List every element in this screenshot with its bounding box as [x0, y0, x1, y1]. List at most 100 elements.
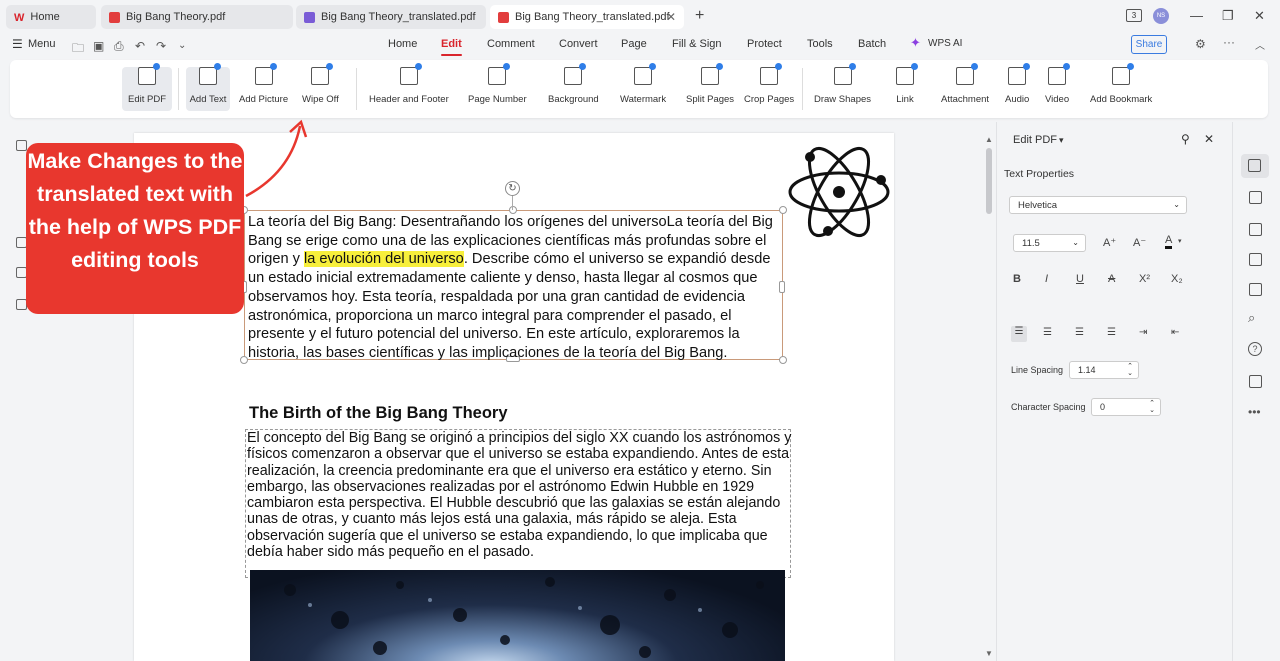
- line-spacing-input[interactable]: 1.14 ⌃ ⌄: [1069, 361, 1139, 379]
- superscript-icon[interactable]: X²: [1139, 273, 1150, 285]
- tab-fill-sign[interactable]: Fill & Sign: [672, 38, 722, 50]
- character-spacing-input[interactable]: 0 ⌃ ⌄: [1091, 398, 1161, 416]
- pin-icon[interactable]: ⚲: [1181, 132, 1190, 146]
- justify-icon[interactable]: ☰: [1107, 327, 1116, 338]
- link-button[interactable]: Link: [896, 63, 918, 105]
- window-count-badge[interactable]: 3: [1126, 9, 1142, 22]
- translated-paragraph[interactable]: La teoría del Big Bang: Desentrañando lo…: [248, 213, 783, 363]
- divider: [802, 68, 803, 110]
- add-bookmark-button[interactable]: Add Bookmark: [1090, 63, 1152, 105]
- background-button[interactable]: Background: [548, 63, 599, 105]
- chevron-down-icon[interactable]: ⌄: [178, 40, 186, 51]
- bold-icon[interactable]: B: [1013, 273, 1021, 285]
- new-tab-icon[interactable]: +: [695, 7, 704, 25]
- maximize-icon[interactable]: ❐: [1222, 8, 1234, 24]
- indent-icon[interactable]: ⇥: [1139, 327, 1147, 338]
- page-number-button[interactable]: Page Number: [468, 63, 527, 105]
- edit-properties-icon[interactable]: [1248, 159, 1261, 172]
- menu-button[interactable]: Menu: [28, 38, 56, 50]
- add-picture-button[interactable]: Add Picture: [239, 63, 288, 105]
- hamburger-icon[interactable]: ☰: [12, 37, 23, 51]
- help-icon[interactable]: ?: [1248, 342, 1262, 356]
- list-icon[interactable]: [1249, 253, 1262, 266]
- scroll-thumb[interactable]: [986, 148, 992, 214]
- close-icon[interactable]: ✕: [666, 10, 676, 24]
- edit-pdf-button[interactable]: Edit PDF: [122, 63, 172, 111]
- stepper-icon[interactable]: ⌃ ⌄: [1127, 363, 1133, 377]
- split-pages-button[interactable]: Split Pages: [686, 63, 734, 105]
- settings-icon[interactable]: ⚙: [1195, 37, 1206, 51]
- align-right-icon[interactable]: ☰: [1075, 327, 1084, 338]
- align-center-icon[interactable]: ☰: [1043, 327, 1052, 338]
- book-icon[interactable]: [1249, 375, 1262, 388]
- scroll-up-icon[interactable]: ▲: [985, 135, 993, 144]
- avatar[interactable]: NS: [1153, 8, 1169, 24]
- open-folder-icon[interactable]: 🗀: [72, 39, 84, 60]
- split-pages-icon: [701, 63, 724, 85]
- collapse-ribbon-icon[interactable]: ︿: [1255, 37, 1265, 52]
- chevron-down-icon[interactable]: ▾: [1059, 135, 1064, 146]
- wipe-off-button[interactable]: Wipe Off: [302, 63, 339, 105]
- chevron-down-icon[interactable]: ▾: [1178, 237, 1182, 245]
- decrease-font-icon[interactable]: A⁻: [1133, 236, 1146, 249]
- increase-font-icon[interactable]: A⁺: [1103, 236, 1116, 249]
- share-button[interactable]: Share: [1131, 35, 1167, 54]
- add-text-button[interactable]: Add Text: [186, 63, 230, 111]
- tab-comment[interactable]: Comment: [487, 38, 535, 50]
- space-image[interactable]: [250, 570, 785, 661]
- close-window-icon[interactable]: ✕: [1254, 8, 1265, 24]
- undo-icon[interactable]: ↶: [135, 39, 145, 53]
- draw-shapes-button[interactable]: Draw Shapes: [814, 63, 871, 105]
- tab-protect[interactable]: Protect: [747, 38, 782, 50]
- attachment-button[interactable]: Attachment: [941, 63, 989, 105]
- stepper-icon[interactable]: ⌃ ⌄: [1149, 400, 1155, 414]
- tab-home[interactable]: W Home: [6, 5, 96, 29]
- strikethrough-icon[interactable]: A: [1108, 273, 1115, 285]
- page-number-icon: [488, 63, 511, 85]
- panel-title[interactable]: Edit PDF: [1013, 134, 1057, 146]
- rotate-handle-icon[interactable]: ↻: [505, 181, 520, 196]
- tab-batch[interactable]: Batch: [858, 38, 886, 50]
- page-icon[interactable]: [1249, 283, 1262, 296]
- tab-home-menu[interactable]: Home: [388, 38, 417, 50]
- more-icon[interactable]: ···: [1223, 35, 1235, 49]
- align-left-icon[interactable]: ☰: [1011, 326, 1027, 342]
- body-paragraph[interactable]: El concepto del Big Bang se originó a pr…: [247, 430, 792, 576]
- signature-icon[interactable]: [1249, 223, 1262, 236]
- tab-big-bang-theory[interactable]: Big Bang Theory.pdf: [101, 5, 293, 29]
- resize-handle[interactable]: [240, 356, 248, 364]
- subscript-icon[interactable]: X₂: [1171, 273, 1183, 285]
- tab-wps-ai[interactable]: WPS AI: [928, 38, 962, 49]
- scroll-down-icon[interactable]: ▼: [985, 649, 993, 658]
- bookmark-panel-icon[interactable]: [16, 140, 27, 151]
- callout-arrow-icon: [245, 119, 308, 198]
- italic-icon[interactable]: I: [1045, 273, 1048, 285]
- tab-page[interactable]: Page: [621, 38, 647, 50]
- print-icon[interactable]: ⎙: [114, 39, 124, 54]
- font-color-icon[interactable]: A: [1165, 234, 1173, 249]
- font-size-select[interactable]: 11.5 ⌄: [1013, 234, 1086, 252]
- watermark-button[interactable]: Watermark: [620, 63, 666, 105]
- audio-button[interactable]: Audio: [1005, 63, 1031, 105]
- tab-big-bang-translated-1[interactable]: Big Bang Theory_translated.pdf: [296, 5, 486, 29]
- header-footer-button[interactable]: Header and Footer: [369, 63, 449, 105]
- close-panel-icon[interactable]: ✕: [1204, 132, 1214, 146]
- underline-icon[interactable]: U: [1076, 273, 1084, 285]
- crop-pages-button[interactable]: Crop Pages: [744, 63, 794, 105]
- minimize-icon[interactable]: —: [1190, 8, 1203, 23]
- tab-tools[interactable]: Tools: [807, 38, 833, 50]
- section-heading[interactable]: The Birth of the Big Bang Theory: [249, 404, 508, 423]
- video-button[interactable]: Video: [1045, 63, 1071, 105]
- search-icon[interactable]: ⌕: [1248, 310, 1255, 326]
- redo-icon[interactable]: ↷: [156, 39, 166, 53]
- outdent-icon[interactable]: ⇤: [1171, 327, 1179, 338]
- save-icon[interactable]: ▣: [93, 39, 104, 53]
- font-family-select[interactable]: Helvetica ⌄: [1009, 196, 1187, 214]
- tab-edit[interactable]: Edit: [441, 38, 462, 56]
- more-options-icon[interactable]: •••: [1248, 405, 1261, 419]
- tab-convert[interactable]: Convert: [559, 38, 598, 50]
- wps-ai-sparkle-icon: ✦: [910, 35, 921, 50]
- document-icon[interactable]: [1249, 191, 1262, 204]
- scrollbar[interactable]: ▲ ▼: [985, 135, 993, 661]
- tab-big-bang-translated-active[interactable]: Big Bang Theory_translated.pdf ✕: [490, 5, 684, 29]
